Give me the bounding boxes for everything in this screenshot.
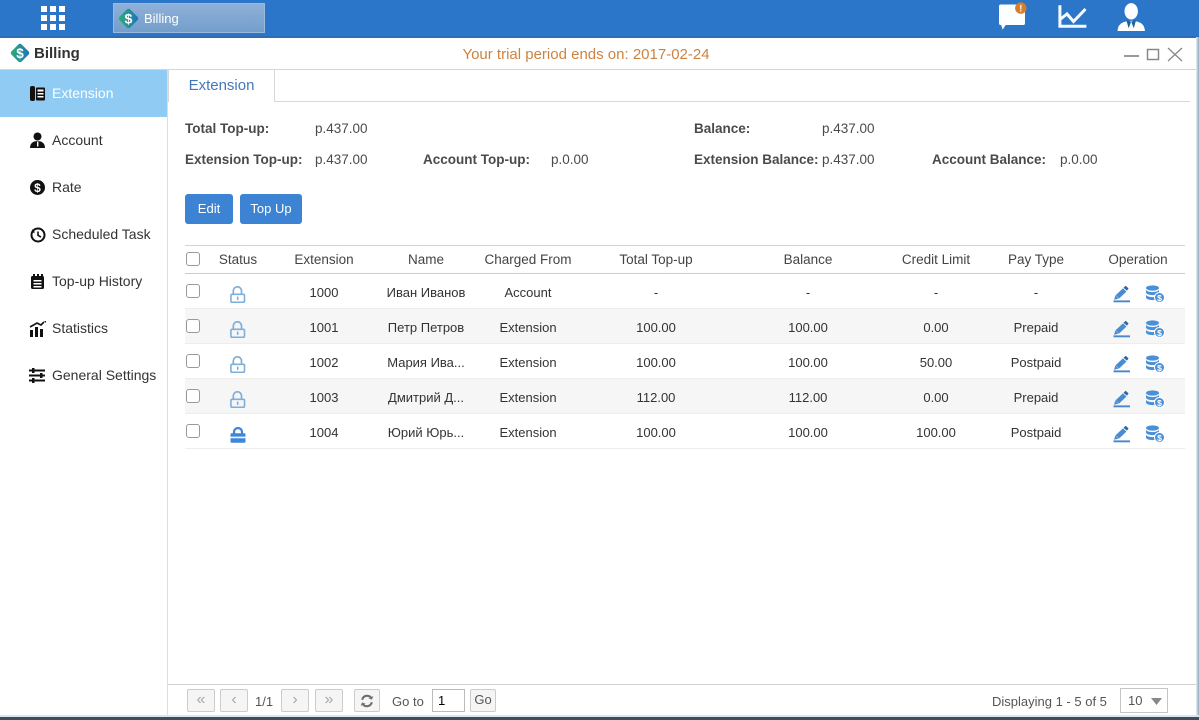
svg-text:$: $ xyxy=(1157,398,1162,408)
svg-text:$: $ xyxy=(1157,328,1162,338)
svg-text:$: $ xyxy=(1157,363,1162,373)
svg-text:$: $ xyxy=(1157,433,1162,443)
svg-text:$: $ xyxy=(34,181,41,195)
svg-text:$: $ xyxy=(1157,293,1162,303)
svg-text:!: ! xyxy=(1019,3,1022,14)
